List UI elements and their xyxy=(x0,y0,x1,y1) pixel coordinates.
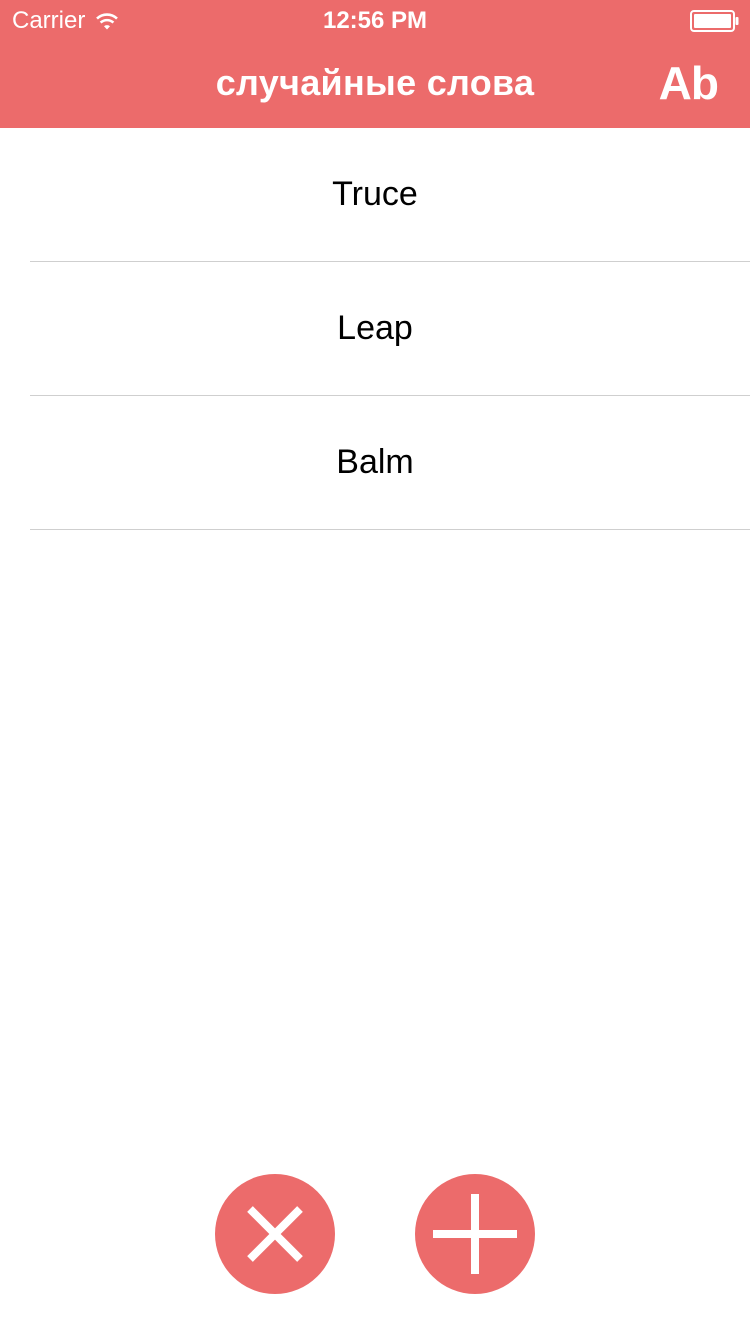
plus-icon xyxy=(433,1194,517,1274)
close-icon xyxy=(247,1206,303,1262)
list-item[interactable]: Leap xyxy=(0,262,750,396)
remove-words-button[interactable] xyxy=(215,1174,335,1294)
battery-icon xyxy=(690,10,739,32)
list-item[interactable]: Truce xyxy=(0,128,750,262)
font-style-button[interactable]: Ab xyxy=(659,40,719,128)
word-label: Balm xyxy=(336,443,414,481)
word-list: Truce Leap Balm xyxy=(0,128,750,530)
navigation-bar: случайные слова Ab xyxy=(0,40,750,128)
clock: 12:56 PM xyxy=(322,7,428,34)
word-label: Truce xyxy=(332,175,418,213)
page-title: случайные слова xyxy=(215,62,535,103)
action-bar xyxy=(0,1174,750,1294)
add-word-button[interactable] xyxy=(415,1174,535,1294)
word-label: Leap xyxy=(337,309,413,347)
app-screen: Carrier 12:56 PM случайные слова Ab Truc… xyxy=(0,0,750,1334)
status-bar: Carrier 12:56 PM xyxy=(0,0,750,40)
row-divider xyxy=(30,529,750,530)
list-item[interactable]: Balm xyxy=(0,396,750,530)
header: Carrier 12:56 PM случайные слова Ab xyxy=(0,0,750,128)
